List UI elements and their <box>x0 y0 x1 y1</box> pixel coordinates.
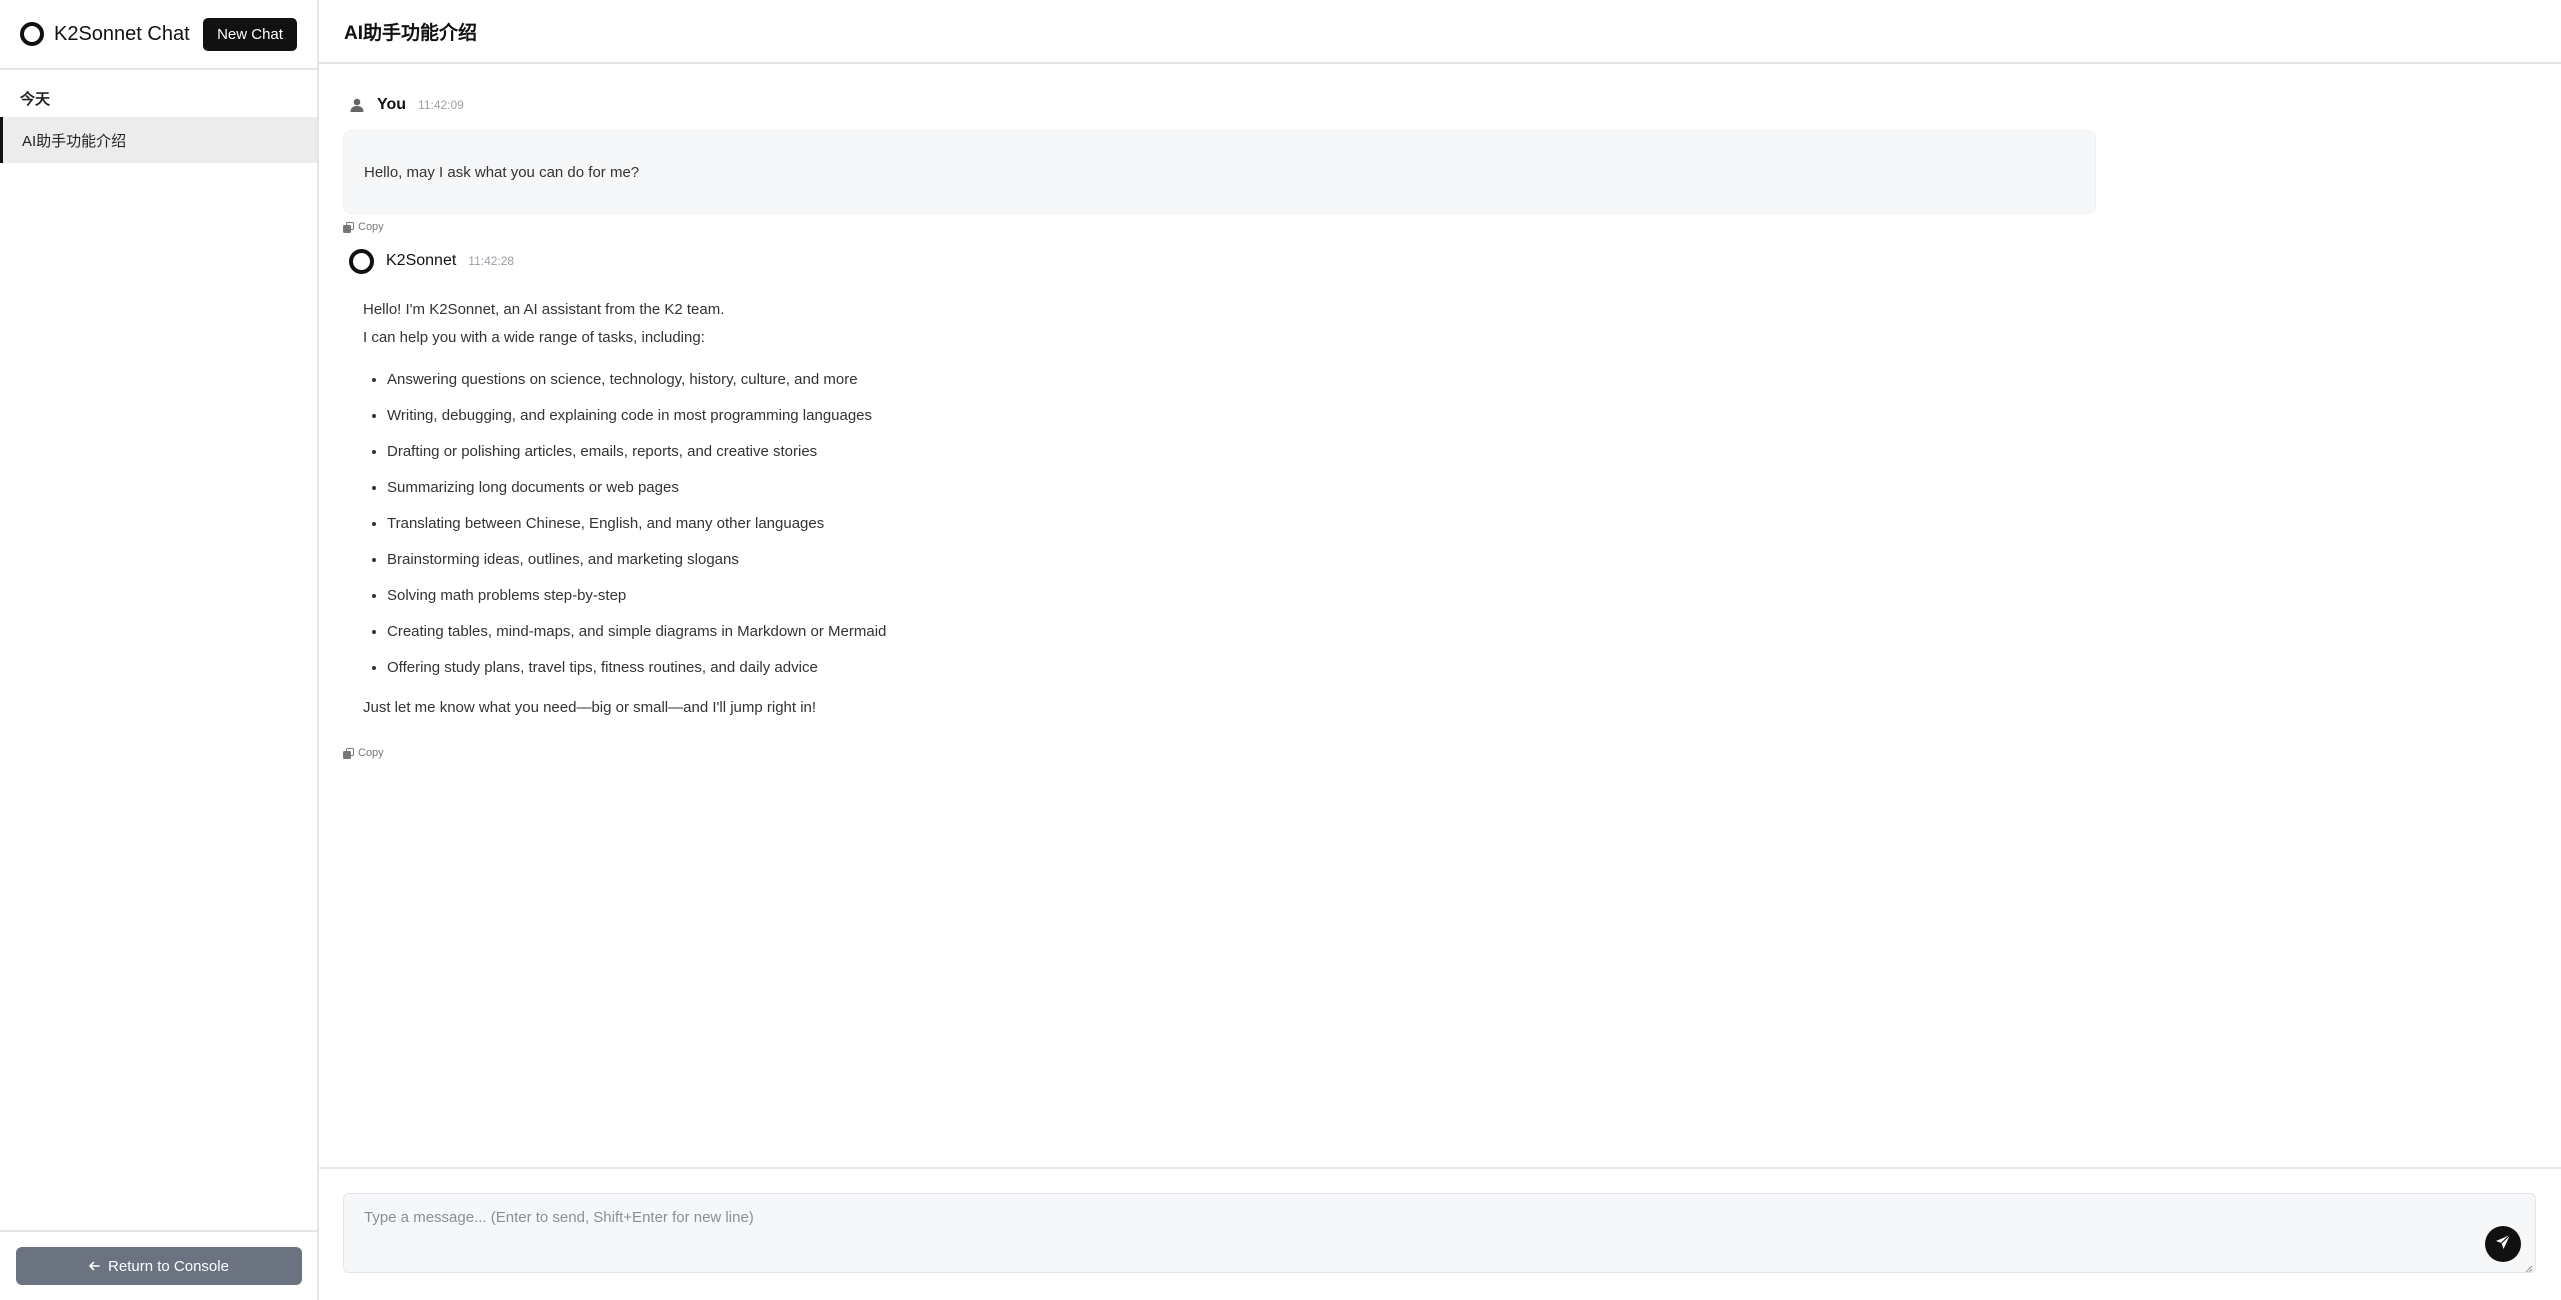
copy-label: Copy <box>358 221 384 233</box>
copy-icon <box>343 747 354 759</box>
capability-item: Offering study plans, travel tips, fitne… <box>387 650 2517 686</box>
assistant-closing-line: Just let me know what you need—big or sm… <box>363 699 817 716</box>
new-chat-button[interactable]: New Chat <box>203 17 297 51</box>
assistant-intro-line: I can help you with a wide range of task… <box>363 329 705 346</box>
capability-item: Writing, debugging, and explaining code … <box>387 398 2517 434</box>
assistant-message-body: Hello! I'm K2Sonnet, an AI assistant fro… <box>343 276 2537 722</box>
message-author: K2Sonnet <box>386 252 457 269</box>
message-list[interactable]: You 11:42:09 Hello, may I ask what you c… <box>319 64 2561 1167</box>
return-to-console-button[interactable]: Return to Console <box>15 1247 302 1285</box>
user-icon <box>349 97 365 113</box>
capability-item: Creating tables, mind-maps, and simple d… <box>387 614 2517 650</box>
assistant-message-header: K2Sonnet 11:42:28 <box>343 246 2537 276</box>
sidebar-header: K2Sonnet Chat New Chat <box>0 0 317 70</box>
chat-main: AI助手功能介绍 You 11:42:09 Hello, may I ask w… <box>319 0 2561 1300</box>
chat-list-item[interactable]: AI助手功能介绍 <box>0 117 317 163</box>
user-message: You 11:42:09 Hello, may I ask what you c… <box>343 90 2537 240</box>
capability-item: Brainstorming ideas, outlines, and marke… <box>387 542 2517 578</box>
copy-button[interactable]: Copy <box>343 740 2537 766</box>
ring-logo-icon <box>20 22 44 46</box>
capability-item: Answering questions on science, technolo… <box>387 362 2517 398</box>
brand: K2Sonnet Chat <box>20 22 190 46</box>
app-root: K2Sonnet Chat New Chat 今天 AI助手功能介绍 Retur… <box>0 0 2561 1300</box>
capability-list: Answering questions on science, technolo… <box>363 362 2517 686</box>
brand-name: K2Sonnet Chat <box>54 22 190 45</box>
capability-item: Solving math problems step-by-step <box>387 578 2517 614</box>
user-message-bubble: Hello, may I ask what you can do for me? <box>343 130 2096 214</box>
message-author: You <box>377 96 407 113</box>
send-button[interactable] <box>2485 1226 2521 1262</box>
message-input[interactable] <box>344 1194 2535 1272</box>
section-label-today: 今天 <box>20 91 51 108</box>
ring-avatar-icon <box>349 248 374 274</box>
return-to-console-label: Return to Console <box>108 1257 229 1275</box>
capability-item: Drafting or polishing articles, emails, … <box>387 434 2517 470</box>
page-title: AI助手功能介绍 <box>319 0 2561 64</box>
sidebar: K2Sonnet Chat New Chat 今天 AI助手功能介绍 Retur… <box>0 0 319 1300</box>
send-icon <box>2495 1234 2511 1255</box>
copy-button[interactable]: Copy <box>343 214 2537 240</box>
assistant-intro-line: Hello! I'm K2Sonnet, an AI assistant fro… <box>363 301 725 318</box>
user-message-header: You 11:42:09 <box>343 90 2537 120</box>
message-timestamp: 11:42:28 <box>468 254 515 268</box>
capability-item: Summarizing long documents or web pages <box>387 470 2517 506</box>
message-timestamp: 11:42:09 <box>418 98 464 112</box>
resize-handle-icon[interactable] <box>2523 1260 2533 1273</box>
copy-label: Copy <box>358 747 384 759</box>
copy-icon <box>343 221 354 233</box>
capability-item: Translating between Chinese, English, an… <box>387 506 2517 542</box>
composer <box>319 1167 2561 1300</box>
composer-box <box>343 1193 2536 1273</box>
assistant-message: K2Sonnet 11:42:28 Hello! I'm K2Sonnet, a… <box>343 246 2537 766</box>
user-message-text: Hello, may I ask what you can do for me? <box>364 163 640 181</box>
sidebar-footer: Return to Console <box>0 1230 317 1300</box>
chat-list-item-label: AI助手功能介绍 <box>22 132 127 150</box>
arrow-left-icon <box>88 1260 100 1272</box>
